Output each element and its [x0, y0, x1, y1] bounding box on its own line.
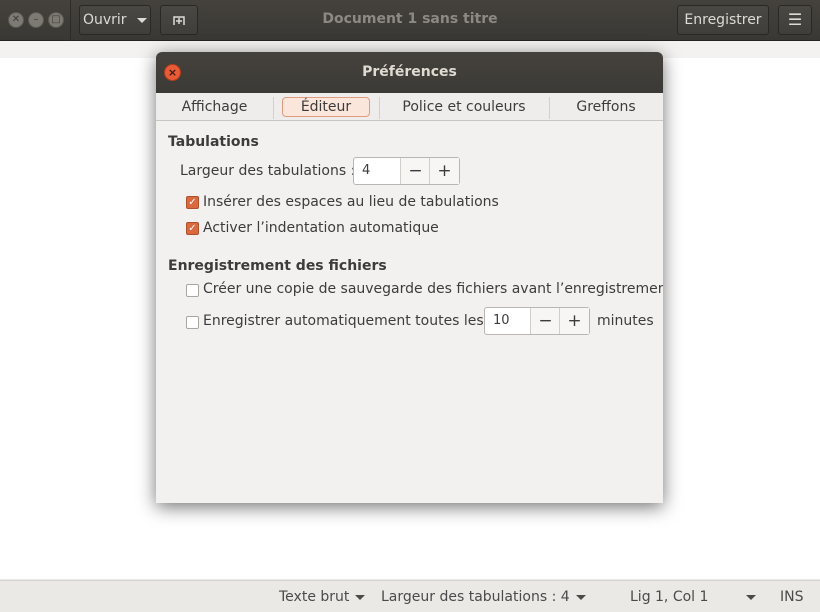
- tab-label: Affichage: [181, 99, 248, 115]
- insert-spaces-checkbox[interactable]: ✓: [186, 196, 199, 209]
- menu-button[interactable]: ☰: [778, 5, 812, 35]
- cursor-position-dropdown[interactable]: [740, 589, 756, 605]
- save-button-label: Enregistrer: [684, 12, 762, 28]
- save-button[interactable]: Enregistrer: [677, 5, 769, 35]
- tab-label: Police et couleurs: [402, 99, 526, 115]
- insert-mode-indicator[interactable]: INS: [780, 589, 804, 605]
- status-bar: Texte brut Largeur des tabulations : 4 L…: [0, 580, 820, 612]
- auto-indent-checkbox[interactable]: ✓: [186, 222, 199, 235]
- decrement-button[interactable]: −: [530, 308, 560, 334]
- chevron-down-icon: [746, 594, 756, 600]
- preferences-tabs: Affichage Éditeur Police et couleurs Gre…: [156, 93, 663, 121]
- autosave-label[interactable]: Enregistrer automatiquement toutes les: [203, 313, 484, 329]
- tab-greffons[interactable]: Greffons: [549, 93, 663, 121]
- tab-affichage[interactable]: Affichage: [156, 93, 273, 121]
- file-saving-heading: Enregistrement des fichiers: [168, 258, 387, 274]
- tab-label: Éditeur: [281, 97, 371, 117]
- increment-button[interactable]: +: [429, 158, 459, 184]
- auto-indent-label[interactable]: Activer l’indentation automatique: [203, 220, 439, 236]
- autosave-interval-spinbutton[interactable]: 10 − +: [484, 307, 590, 335]
- tab-width-spinbutton[interactable]: 4 − +: [353, 157, 460, 185]
- cursor-position-label: Lig 1, Col 1: [630, 589, 709, 605]
- tab-width-label: Largeur des tabulations : 4: [381, 589, 570, 605]
- tabulations-heading: Tabulations: [168, 134, 259, 150]
- insert-spaces-label[interactable]: Insérer des espaces au lieu de tabulatio…: [203, 194, 499, 210]
- dialog-titlebar: × Préférences: [156, 52, 663, 93]
- autosave-interval-value[interactable]: 10: [493, 313, 510, 328]
- chevron-down-icon: [355, 594, 366, 600]
- tab-label: Greffons: [576, 99, 636, 115]
- autosave-checkbox[interactable]: [186, 316, 199, 329]
- tab-width-selector[interactable]: Largeur des tabulations : 4: [381, 589, 586, 605]
- increment-button[interactable]: +: [559, 308, 589, 334]
- tab-police-et-couleurs[interactable]: Police et couleurs: [379, 93, 549, 121]
- chevron-down-icon: [575, 594, 586, 600]
- language-selector[interactable]: Texte brut: [279, 589, 366, 605]
- tab-editeur[interactable]: Éditeur: [273, 93, 379, 121]
- dialog-title: Préférences: [362, 64, 457, 80]
- header-bar: ✕ – □ Ouvrir Document 1 sans titre Enreg…: [0, 0, 820, 41]
- preferences-dialog: × Préférences Affichage Éditeur Police e…: [156, 52, 663, 503]
- backup-copy-checkbox[interactable]: [186, 284, 199, 297]
- backup-copy-label[interactable]: Créer une copie de sauvegarde des fichie…: [203, 281, 663, 297]
- decrement-button[interactable]: −: [400, 158, 430, 184]
- tab-width-field-label: Largeur des tabulations :: [180, 163, 356, 179]
- tab-width-value[interactable]: 4: [362, 163, 370, 178]
- language-label: Texte brut: [279, 589, 350, 605]
- autosave-unit-label: minutes: [597, 313, 654, 329]
- hamburger-menu-icon: ☰: [787, 10, 803, 29]
- cursor-position-selector[interactable]: Lig 1, Col 1: [630, 589, 708, 605]
